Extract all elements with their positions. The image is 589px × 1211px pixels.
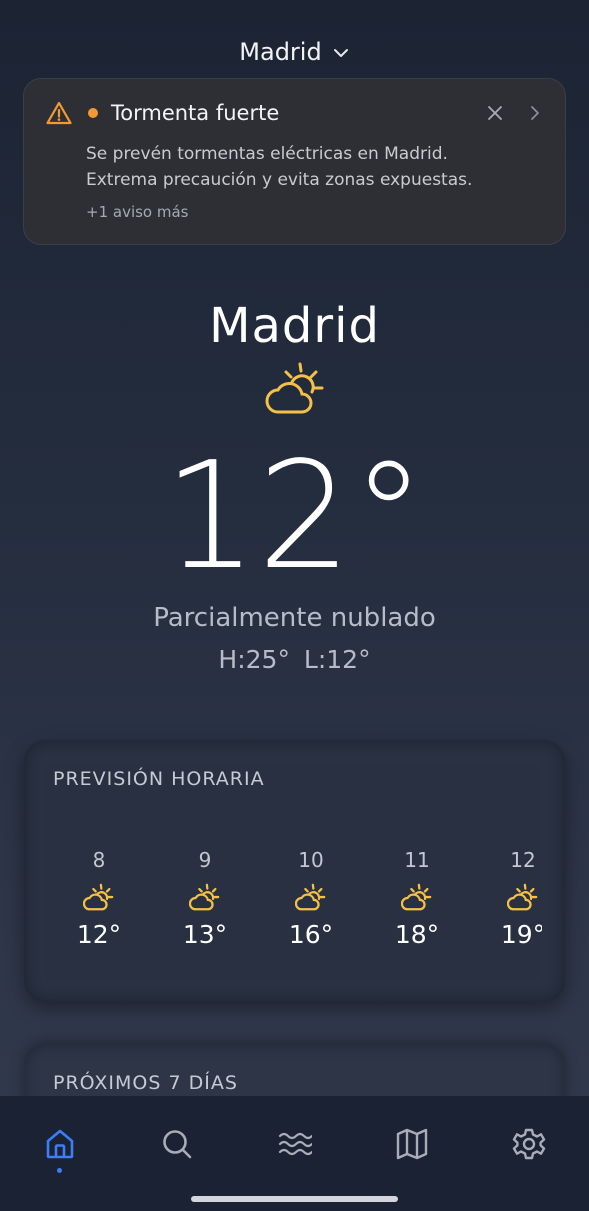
waves-icon [278,1132,312,1156]
weather-condition: Parcialmente nublado [153,603,436,633]
hourly-temperature: 12° [76,920,122,949]
daily-forecast-title: PRÓXIMOS 7 DÍAS [53,1072,238,1094]
warning-icon [46,101,72,125]
location-selector-label: Madrid [239,38,322,66]
map-icon [396,1128,427,1160]
hourly-temperature: 18° [394,920,440,949]
bottom-navigation [0,1096,589,1211]
chevron-right-icon [531,106,539,120]
home-indicator[interactable] [191,1196,398,1202]
partly-cloudy-day-icon [265,362,324,414]
hourly-temperature: 16° [288,920,334,949]
hourly-list: 8 12° 9 13° 10 16° 11 18° 12 19° [46,848,542,949]
partly-cloudy-day-icon [507,883,538,911]
hourly-hour: 10 [298,848,324,872]
open-alert-button[interactable] [527,105,543,121]
alert-severity-dot [88,108,98,118]
nav-home[interactable] [42,1126,78,1162]
settings-icon [512,1128,546,1160]
partly-cloudy-day-icon [295,883,326,911]
hourly-item: 12 19° [470,848,542,949]
hourly-item: 11 18° [364,848,470,949]
hourly-forecast-scroll[interactable]: 8 12° 9 13° 10 16° 11 18° 12 19° [46,766,542,982]
nav-map[interactable] [394,1126,430,1162]
alert-title: Tormenta fuerte [111,101,280,125]
search-icon [163,1130,192,1159]
weather-alert-card[interactable]: Tormenta fuerte Se prevén tormentas eléc… [23,78,566,245]
nav-search[interactable] [159,1126,195,1162]
high-low-temperature: H:25° L:12° [218,645,371,674]
current-temperature: 12° [163,430,426,602]
hourly-temperature: 19° [500,920,542,949]
hourly-hour: 11 [404,848,430,872]
partly-cloudy-day-icon [189,883,220,911]
city-name: Madrid [209,298,380,354]
chevron-down-icon [333,49,348,57]
close-alert-button[interactable] [487,105,503,121]
nav-settings[interactable] [511,1126,547,1162]
close-icon [488,106,502,120]
location-selector[interactable]: Madrid [0,38,589,66]
hourly-item: 9 13° [152,848,258,949]
active-tab-indicator [57,1168,62,1173]
hourly-hour: 8 [92,848,106,872]
hourly-item: 10 16° [258,848,364,949]
nav-waves[interactable] [277,1126,313,1162]
home-icon [46,1129,74,1159]
partly-cloudy-day-icon [83,883,114,911]
hourly-temperature: 13° [182,920,228,949]
hourly-forecast-title: PREVISIÓN HORARIA [53,768,265,790]
alert-message: Se prevén tormentas eléctricas en Madrid… [86,144,473,190]
hourly-hour: 9 [198,848,212,872]
partly-cloudy-day-icon [401,883,432,911]
hourly-item: 8 12° [46,848,152,949]
hourly-hour: 12 [510,848,536,872]
more-alerts-link[interactable]: +1 aviso más [86,203,189,221]
